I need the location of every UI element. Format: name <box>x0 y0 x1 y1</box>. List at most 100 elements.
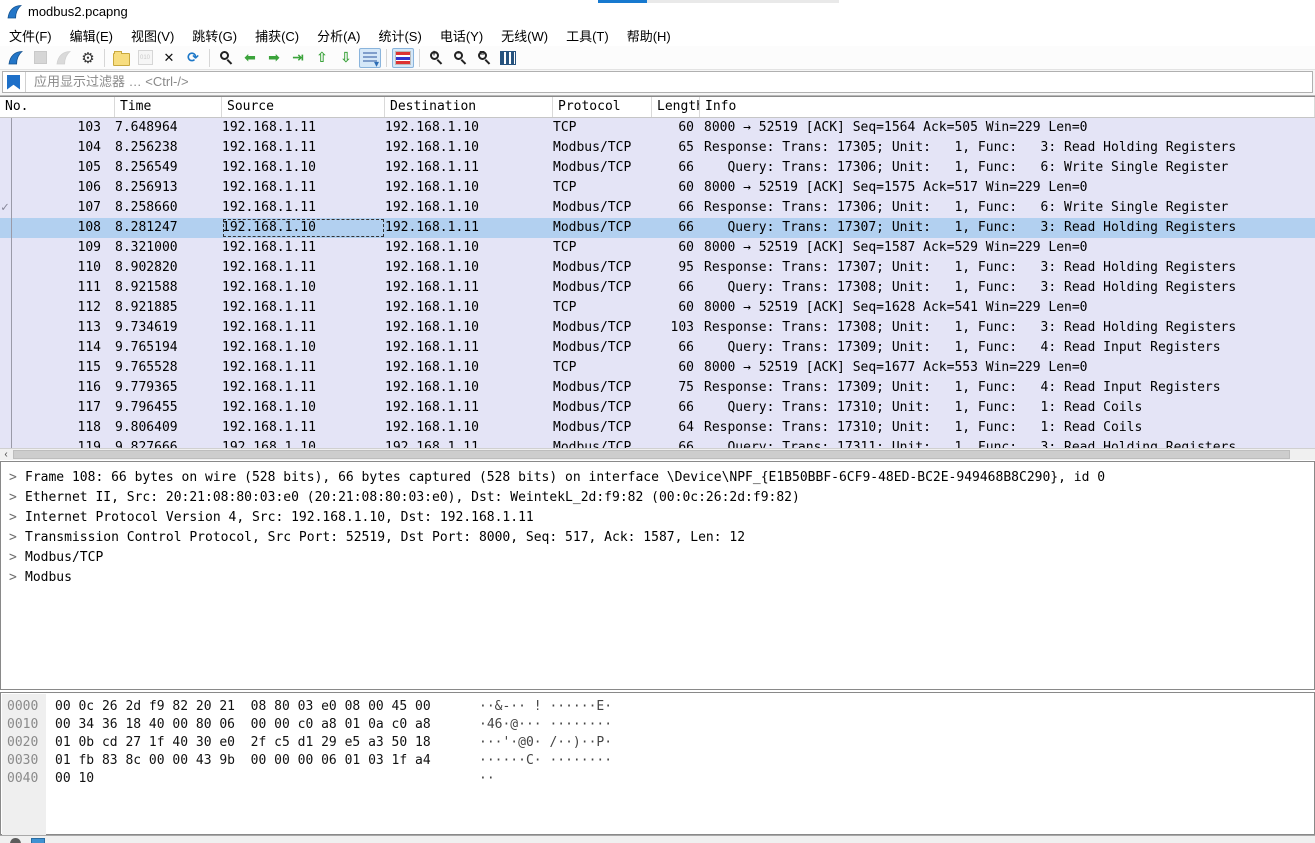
packet-row-106[interactable]: 1068.256913192.168.1.11192.168.1.10TCP60… <box>0 178 1315 198</box>
menu-statistics[interactable]: 统计(S) <box>369 24 430 47</box>
cell-time[interactable]: 7.648964 <box>115 118 222 138</box>
column-header-no[interactable]: No. <box>0 97 115 117</box>
cell-dst[interactable]: 192.168.1.10 <box>385 258 553 278</box>
detail-line-1[interactable]: >Ethernet II, Src: 20:21:08:80:03:e0 (20… <box>1 488 1314 508</box>
cell-proto[interactable]: Modbus/TCP <box>553 278 652 298</box>
cell-src[interactable]: 192.168.1.11 <box>222 318 385 338</box>
expand-chevron-icon[interactable]: > <box>9 508 25 528</box>
column-header-info[interactable]: Info <box>700 97 1315 117</box>
column-header-length[interactable]: Length <box>652 97 700 117</box>
cell-proto[interactable]: Modbus/TCP <box>553 258 652 278</box>
cell-proto[interactable]: Modbus/TCP <box>553 218 652 238</box>
cell-info[interactable]: Response: Trans: 17306; Unit: 1, Func: 6… <box>700 198 1315 218</box>
menu-tools[interactable]: 工具(T) <box>557 24 618 47</box>
hex-ascii[interactable]: ·46·@··· ········ <box>479 716 612 734</box>
hscrollbar-thumb[interactable] <box>13 450 1290 459</box>
cell-src[interactable]: 192.168.1.11 <box>222 418 385 438</box>
hex-bytes[interactable]: 01 0b cd 27 1f 40 30 e0 2f c5 d1 29 e5 a… <box>55 734 431 752</box>
packet-row-115[interactable]: 1159.765528192.168.1.11192.168.1.10TCP60… <box>0 358 1315 378</box>
cell-info[interactable]: Query: Trans: 17309; Unit: 1, Func: 4: R… <box>700 338 1315 358</box>
menu-capture[interactable]: 捕获(C) <box>246 24 308 47</box>
cell-no[interactable]: 116 <box>0 378 115 398</box>
cell-info[interactable]: Query: Trans: 17308; Unit: 1, Func: 3: R… <box>700 278 1315 298</box>
cell-proto[interactable]: TCP <box>553 298 652 318</box>
expand-chevron-icon[interactable]: > <box>9 548 25 568</box>
capture-comment-icon[interactable] <box>31 838 45 843</box>
packet-row-112[interactable]: 1128.921885192.168.1.11192.168.1.10TCP60… <box>0 298 1315 318</box>
cell-time[interactable]: 9.796455 <box>115 398 222 418</box>
zoom-normal-icon[interactable]: = <box>473 48 495 68</box>
scroll-left-arrow-icon[interactable]: ‹ <box>0 449 12 460</box>
hex-bytes[interactable]: 00 34 36 18 40 00 80 06 00 00 c0 a8 01 0… <box>55 716 431 734</box>
cell-len[interactable]: 64 <box>652 418 700 438</box>
cell-time[interactable]: 9.779365 <box>115 378 222 398</box>
menu-analyze[interactable]: 分析(A) <box>308 24 369 47</box>
menu-view[interactable]: 视图(V) <box>122 24 183 47</box>
cell-proto[interactable]: Modbus/TCP <box>553 318 652 338</box>
detail-line-5[interactable]: >Modbus <box>1 568 1314 588</box>
cell-len[interactable]: 95 <box>652 258 700 278</box>
cell-proto[interactable]: Modbus/TCP <box>553 158 652 178</box>
cell-dst[interactable]: 192.168.1.11 <box>385 338 553 358</box>
cell-time[interactable]: 8.902820 <box>115 258 222 278</box>
menu-help[interactable]: 帮助(H) <box>618 24 680 47</box>
cell-dst[interactable]: 192.168.1.10 <box>385 318 553 338</box>
go-to-packet-icon[interactable]: ⇥ <box>287 48 309 68</box>
cell-dst[interactable]: 192.168.1.10 <box>385 118 553 138</box>
hex-row-0030[interactable]: 003001 fb 83 8c 00 00 43 9b 00 00 00 06 … <box>1 752 1314 770</box>
cell-time[interactable]: 8.256549 <box>115 158 222 178</box>
cell-dst[interactable]: 192.168.1.11 <box>385 398 553 418</box>
packet-row-107[interactable]: 1078.258660192.168.1.11192.168.1.10Modbu… <box>0 198 1315 218</box>
start-capture-fin-icon[interactable] <box>5 48 27 68</box>
cell-len[interactable]: 66 <box>652 278 700 298</box>
cell-no[interactable]: 108 <box>0 218 115 238</box>
cell-dst[interactable]: 192.168.1.10 <box>385 418 553 438</box>
cell-len[interactable]: 66 <box>652 158 700 178</box>
cell-src[interactable]: 192.168.1.10 <box>222 398 385 418</box>
cell-proto[interactable]: TCP <box>553 118 652 138</box>
detail-line-2[interactable]: >Internet Protocol Version 4, Src: 192.1… <box>1 508 1314 528</box>
cell-time[interactable]: 8.256238 <box>115 138 222 158</box>
cell-time[interactable]: 8.256913 <box>115 178 222 198</box>
expand-chevron-icon[interactable]: > <box>9 528 25 548</box>
cell-dst[interactable]: 192.168.1.11 <box>385 158 553 178</box>
cell-len[interactable]: 66 <box>652 218 700 238</box>
cell-src[interactable]: 192.168.1.11 <box>222 358 385 378</box>
cell-dst[interactable]: 192.168.1.10 <box>385 378 553 398</box>
expand-chevron-icon[interactable]: > <box>9 568 25 588</box>
cell-no[interactable]: 104 <box>0 138 115 158</box>
cell-src[interactable]: 192.168.1.10 <box>222 338 385 358</box>
colorize-icon[interactable] <box>392 48 414 68</box>
cell-no[interactable]: 112 <box>0 298 115 318</box>
hex-ascii[interactable]: ··&-·· ! ······E· <box>479 698 612 716</box>
cell-info[interactable]: Response: Trans: 17310; Unit: 1, Func: 1… <box>700 418 1315 438</box>
packet-row-109[interactable]: 1098.321000192.168.1.11192.168.1.10TCP60… <box>0 238 1315 258</box>
cell-src[interactable]: 192.168.1.11 <box>222 138 385 158</box>
cell-dst[interactable]: 192.168.1.10 <box>385 298 553 318</box>
cell-proto[interactable]: Modbus/TCP <box>553 418 652 438</box>
cell-len[interactable]: 60 <box>652 178 700 198</box>
zoom-out-icon[interactable]: − <box>449 48 471 68</box>
filter-bookmark-icon[interactable] <box>7 75 20 90</box>
cell-len[interactable]: 66 <box>652 198 700 218</box>
cell-info[interactable]: 8000 → 52519 [ACK] Seq=1628 Ack=541 Win=… <box>700 298 1315 318</box>
cell-no[interactable]: 115 <box>0 358 115 378</box>
detail-line-3[interactable]: >Transmission Control Protocol, Src Port… <box>1 528 1314 548</box>
expand-chevron-icon[interactable]: > <box>9 488 25 508</box>
cell-no[interactable]: 111 <box>0 278 115 298</box>
column-header-time[interactable]: Time <box>115 97 222 117</box>
detail-line-0[interactable]: >Frame 108: 66 bytes on wire (528 bits),… <box>1 468 1314 488</box>
cell-proto[interactable]: Modbus/TCP <box>553 198 652 218</box>
cell-src[interactable]: 192.168.1.11 <box>222 238 385 258</box>
cell-info[interactable]: Response: Trans: 17309; Unit: 1, Func: 4… <box>700 378 1315 398</box>
cell-proto[interactable]: Modbus/TCP <box>553 398 652 418</box>
packet-row-105[interactable]: 1058.256549192.168.1.10192.168.1.11Modbu… <box>0 158 1315 178</box>
cell-dst[interactable]: 192.168.1.10 <box>385 358 553 378</box>
hex-row-0000[interactable]: 000000 0c 26 2d f9 82 20 21 08 80 03 e0 … <box>1 698 1314 716</box>
cell-no[interactable]: 109 <box>0 238 115 258</box>
cell-info[interactable]: 8000 → 52519 [ACK] Seq=1564 Ack=505 Win=… <box>700 118 1315 138</box>
cell-src[interactable]: 192.168.1.10 <box>222 158 385 178</box>
cell-time[interactable]: 8.258660 <box>115 198 222 218</box>
cell-no[interactable]: 107 <box>0 198 115 218</box>
find-packet-magnifier-icon[interactable] <box>215 48 237 68</box>
